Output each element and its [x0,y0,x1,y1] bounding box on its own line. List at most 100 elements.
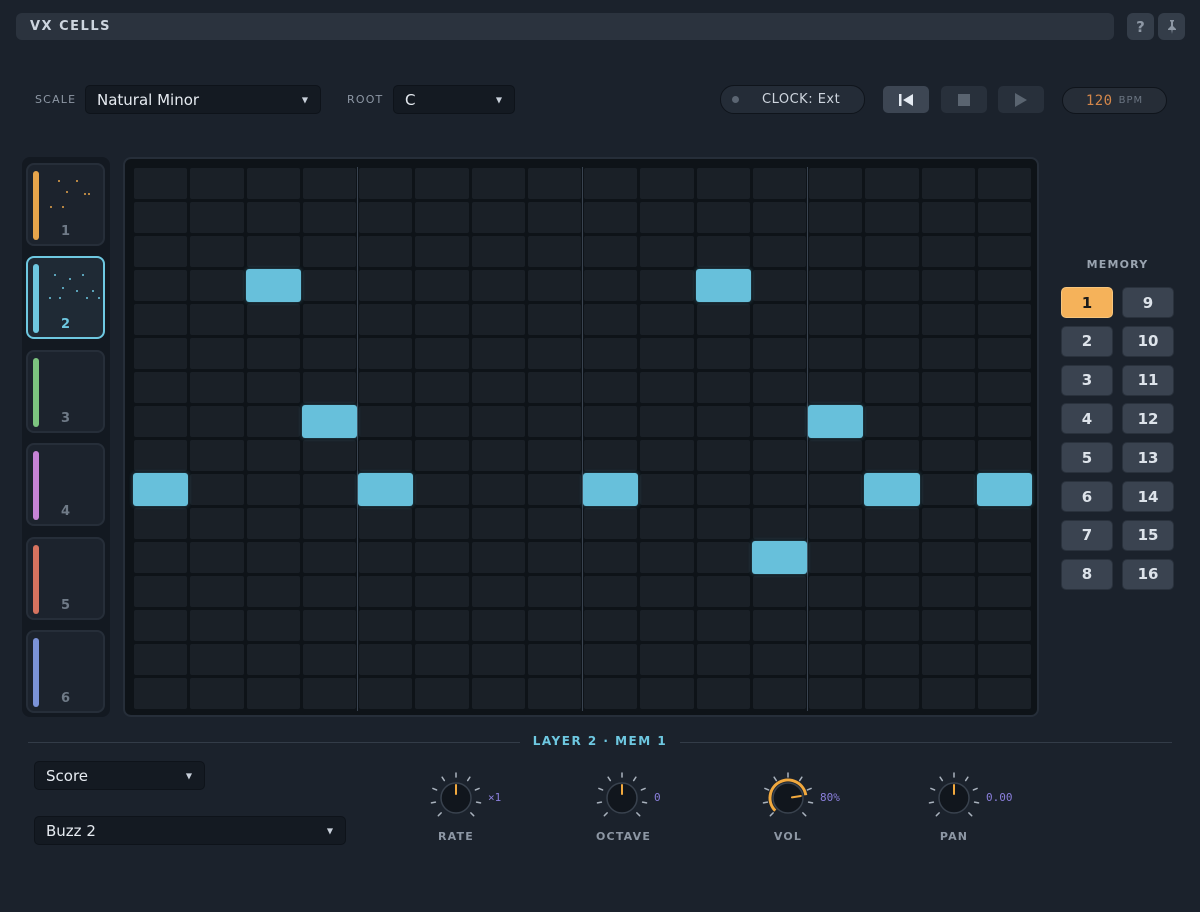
grid-cell[interactable] [809,508,863,539]
grid-cell[interactable] [302,304,356,335]
grid-cell[interactable] [921,440,975,471]
grid-cell[interactable] [752,474,806,505]
grid-cell[interactable] [977,372,1031,403]
grid-cell[interactable] [752,168,806,199]
grid-cell[interactable] [752,270,806,301]
grid-cell[interactable] [527,610,581,641]
grid-cell[interactable] [809,304,863,335]
grid-cell[interactable] [527,372,581,403]
grid-cell[interactable] [640,270,694,301]
memory-slot-7[interactable]: 7 [1061,519,1113,551]
grid-cell[interactable] [696,576,750,607]
grid-cell[interactable] [302,202,356,233]
grid-cell[interactable] [415,610,469,641]
grid-cell[interactable] [471,270,525,301]
grid-cell[interactable] [302,270,356,301]
memory-slot-12[interactable]: 12 [1122,403,1174,435]
grid-cell[interactable] [584,610,638,641]
bpm-display[interactable]: 120 BPM [1062,87,1167,114]
grid-cell[interactable] [134,644,188,675]
grid-cell[interactable] [190,508,244,539]
grid-cell[interactable] [865,406,919,437]
grid-cell[interactable] [527,440,581,471]
grid-cell[interactable] [865,168,919,199]
layer-1-button[interactable]: 1 [26,163,105,246]
scale-dropdown[interactable]: Natural Minor ▼ [85,85,321,114]
grid-cell[interactable] [977,576,1031,607]
clock-toggle[interactable]: CLOCK: Ext [720,85,865,114]
grid-cell[interactable] [752,440,806,471]
knob-octave[interactable]: 0 OCTAVE [596,770,716,850]
grid-cell[interactable] [415,576,469,607]
active-note[interactable] [976,473,1032,506]
grid-cell[interactable] [752,236,806,267]
grid-cell[interactable] [921,406,975,437]
layer-4-button[interactable]: 4 [26,443,105,526]
grid-cell[interactable] [134,338,188,369]
grid-cell[interactable] [752,610,806,641]
root-dropdown[interactable]: C ▼ [393,85,515,114]
grid-cell[interactable] [809,236,863,267]
grid-cell[interactable] [696,202,750,233]
grid-cell[interactable] [584,644,638,675]
grid-cell[interactable] [921,304,975,335]
grid-cell[interactable] [359,440,413,471]
grid-cell[interactable] [977,270,1031,301]
grid-cell[interactable] [190,678,244,709]
grid-cell[interactable] [246,610,300,641]
grid-cell[interactable] [921,202,975,233]
grid-cell[interactable] [359,508,413,539]
grid-cell[interactable] [246,508,300,539]
grid-cell[interactable] [246,338,300,369]
memory-slot-10[interactable]: 10 [1122,325,1174,357]
grid-cell[interactable] [977,406,1031,437]
grid-cell[interactable] [302,678,356,709]
grid-cell[interactable] [752,338,806,369]
mode-dropdown[interactable]: Score ▼ [34,761,205,790]
grid-cell[interactable] [471,610,525,641]
grid-cell[interactable] [584,236,638,267]
active-note[interactable] [245,269,301,302]
grid-cell[interactable] [471,474,525,505]
grid-cell[interactable] [584,168,638,199]
grid-cell[interactable] [752,372,806,403]
grid-cell[interactable] [584,372,638,403]
grid-cell[interactable] [246,202,300,233]
grid-cell[interactable] [471,202,525,233]
grid-cell[interactable] [134,440,188,471]
grid-cell[interactable] [302,610,356,641]
grid-cell[interactable] [246,474,300,505]
grid-cell[interactable] [190,406,244,437]
grid-cell[interactable] [584,270,638,301]
grid-cell[interactable] [246,304,300,335]
grid-cell[interactable] [809,576,863,607]
grid-cell[interactable] [921,168,975,199]
grid-cell[interactable] [246,406,300,437]
grid-cell[interactable] [359,542,413,573]
grid-cell[interactable] [302,440,356,471]
grid-cell[interactable] [640,236,694,267]
grid-cell[interactable] [809,610,863,641]
grid-cell[interactable] [640,508,694,539]
grid-cell[interactable] [977,236,1031,267]
grid-cell[interactable] [584,508,638,539]
grid-cell[interactable] [190,542,244,573]
grid-cell[interactable] [246,440,300,471]
grid-cell[interactable] [415,678,469,709]
grid-cell[interactable] [584,202,638,233]
grid-cell[interactable] [415,406,469,437]
grid-cell[interactable] [415,644,469,675]
active-note[interactable] [695,269,751,302]
grid-cell[interactable] [471,168,525,199]
knob-rate[interactable]: ×1 RATE [430,770,550,850]
memory-slot-6[interactable]: 6 [1061,481,1113,512]
grid-cell[interactable] [246,678,300,709]
grid-cell[interactable] [865,508,919,539]
grid-cell[interactable] [865,338,919,369]
grid-cell[interactable] [977,678,1031,709]
layer-6-button[interactable]: 6 [26,630,105,713]
grid-cell[interactable] [471,236,525,267]
grid-cell[interactable] [921,508,975,539]
grid-cell[interactable] [640,440,694,471]
grid-cell[interactable] [302,474,356,505]
